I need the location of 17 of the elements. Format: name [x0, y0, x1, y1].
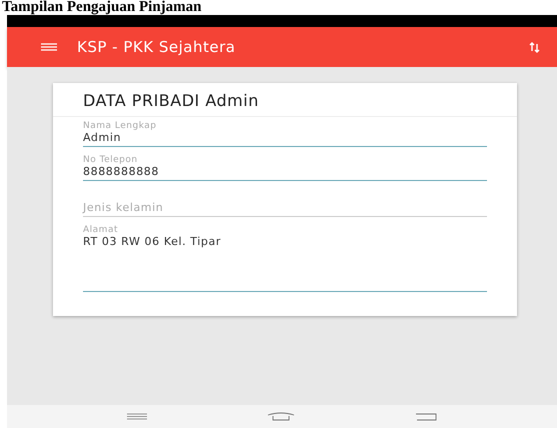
field-label: Nama Lengkap — [83, 121, 158, 131]
field-placeholder: Jenis kelamin — [83, 200, 164, 214]
field-label: Alamat — [83, 225, 119, 235]
input-field[interactable]: Nama Lengkap Admin — [83, 121, 487, 147]
sort-arrows-icon[interactable] — [529, 42, 541, 52]
field-label: No Telepon — [83, 155, 139, 165]
address-field[interactable]: Alamat RT 03 RW 06 Kel. Tipar — [83, 225, 487, 292]
input-field[interactable]: No Telepon 8888888888 — [83, 155, 487, 181]
home-icon[interactable] — [267, 412, 295, 421]
back-icon[interactable] — [415, 412, 437, 420]
field-value: RT 03 RW 06 Kel. Tipar — [83, 235, 222, 248]
card-title: DATA PRIBADI Admin — [53, 83, 517, 117]
field-value: 8888888888 — [83, 165, 160, 178]
menu-icon[interactable] — [127, 413, 147, 420]
field-value: Admin — [83, 131, 122, 144]
document-caption: Tampilan Pengajuan Pinjaman — [1, 0, 202, 15]
app-title: KSP - PKK Sejahtera — [77, 38, 236, 56]
